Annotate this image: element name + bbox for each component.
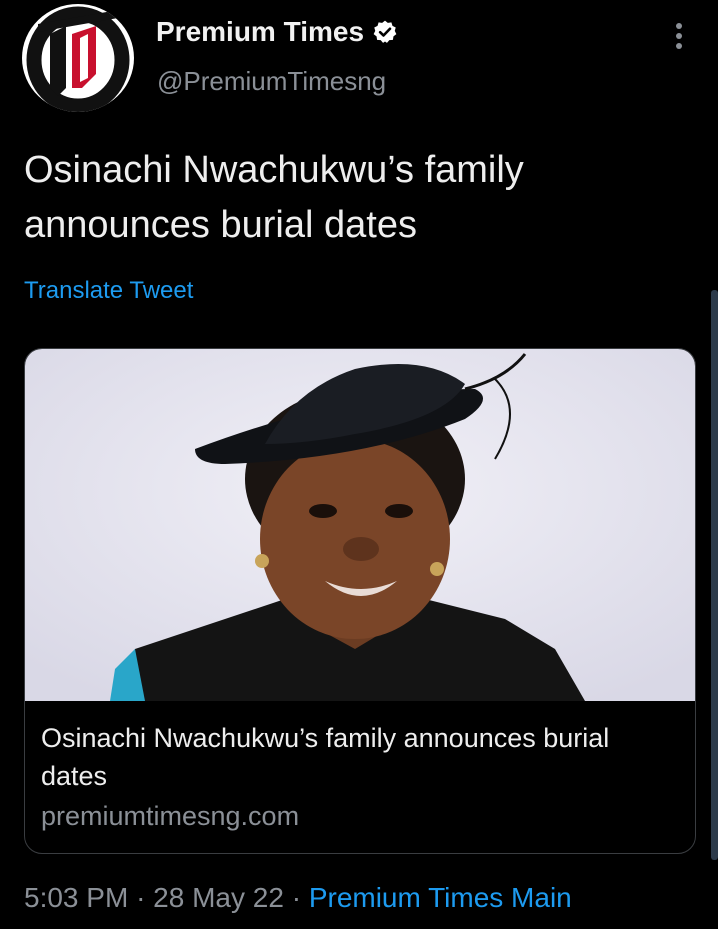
tweet-source-link[interactable]: Premium Times Main bbox=[309, 882, 572, 913]
author-display-name[interactable]: Premium Times bbox=[156, 16, 398, 48]
tweet-meta: 5:03 PM · 28 May 22 · Premium Times Main bbox=[24, 882, 572, 914]
premium-times-logo-icon bbox=[22, 4, 134, 112]
tweet-date[interactable]: 28 May 22 bbox=[153, 882, 284, 913]
avatar[interactable] bbox=[22, 4, 134, 112]
meta-separator: · bbox=[136, 882, 146, 913]
tweet-time[interactable]: 5:03 PM bbox=[24, 882, 128, 913]
tweet-header: Premium Times @PremiumTimesng bbox=[0, 0, 718, 120]
link-preview-card[interactable]: Osinachi Nwachukwu’s family announces bu… bbox=[24, 348, 696, 854]
author-handle[interactable]: @PremiumTimesng bbox=[157, 66, 386, 97]
translate-tweet-link[interactable]: Translate Tweet bbox=[24, 277, 193, 305]
card-domain: premiumtimesng.com bbox=[41, 801, 300, 831]
more-options-icon[interactable] bbox=[664, 20, 694, 52]
verified-badge-icon bbox=[373, 20, 397, 43]
scrollbar[interactable] bbox=[711, 290, 718, 860]
card-photo bbox=[25, 349, 695, 701]
tweet-text: Osinachi Nwachukwu’s family announces bu… bbox=[24, 149, 524, 246]
meta-separator: · bbox=[291, 882, 302, 913]
author-name-text: Premium Times bbox=[156, 16, 365, 47]
card-title: Osinachi Nwachukwu’s family announces bu… bbox=[41, 723, 610, 791]
